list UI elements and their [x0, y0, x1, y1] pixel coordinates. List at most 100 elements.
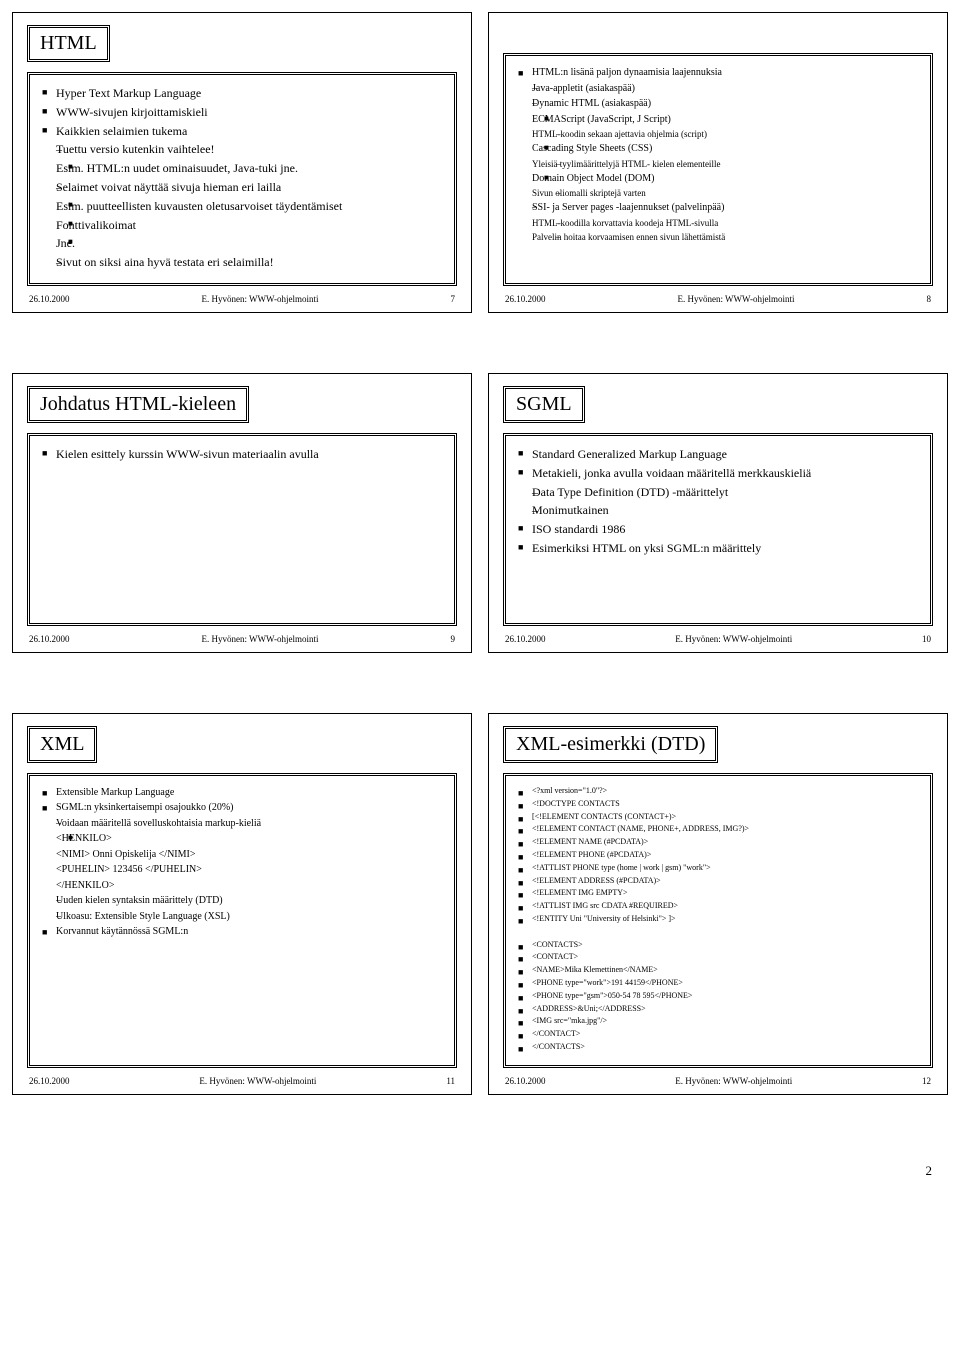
- slide-title: HTML: [27, 25, 110, 62]
- list-item: <PHONE type="work">191 44159</PHONE>: [518, 978, 918, 989]
- list-item: </CONTACT>: [518, 1029, 918, 1040]
- footer-date: 26.10.2000: [505, 294, 546, 304]
- slide-content: Kielen esittely kurssin WWW-sivun materi…: [27, 433, 457, 626]
- list-item: Esim. puutteellisten kuvausten oletusarv…: [42, 198, 442, 215]
- slide-row: Johdatus HTML-kieleen Kielen esittely ku…: [12, 373, 948, 653]
- list-item: Domain Object Model (DOM): [518, 172, 918, 186]
- slide-content: Standard Generalized Markup LanguageMeta…: [503, 433, 933, 626]
- footer-slide-num: 7: [451, 294, 456, 304]
- list-item: Kaikkien selaimien tukema: [42, 123, 442, 140]
- list-item: <ADDRESS>&Uni;</ADDRESS>: [518, 1004, 918, 1015]
- slide-11: XML Extensible Markup LanguageSGML:n yks…: [12, 713, 472, 1095]
- list-item: HTML:n lisänä paljon dynaamisia laajennu…: [518, 66, 918, 80]
- footer-slide-num: 9: [451, 634, 456, 644]
- list-item: ISO standardi 1986: [518, 521, 918, 538]
- slide-title: XML-esimerkki (DTD): [503, 726, 718, 763]
- list-item: <!ELEMENT IMG EMPTY>: [518, 888, 918, 899]
- slide-title: SGML: [503, 386, 585, 423]
- list-item: Tuettu versio kutenkin vaihtelee!: [42, 141, 442, 158]
- footer-date: 26.10.2000: [29, 294, 70, 304]
- footer-slide-num: 10: [922, 634, 931, 644]
- list-item: <PHONE type="gsm">050-54 78 595</PHONE>: [518, 991, 918, 1002]
- slide-12: XML-esimerkki (DTD) <?xml version="1.0"?…: [488, 713, 948, 1095]
- footer-slide-num: 12: [922, 1076, 931, 1086]
- list-item: Sivut on siksi aina hyvä testata eri sel…: [42, 254, 442, 271]
- list-item: <?xml version="1.0"?>: [518, 786, 918, 797]
- slide-content: <?xml version="1.0"?> <!DOCTYPE CONTACTS […: [503, 773, 933, 1068]
- slide-footer: 26.10.2000 E. Hyvönen: WWW-ohjelmointi 8: [503, 292, 933, 306]
- list-item: Standard Generalized Markup Language: [518, 446, 918, 463]
- list-item: Sivun oliomalli skriptejä varten: [518, 187, 918, 199]
- footer-author: E. Hyvönen: WWW-ohjelmointi: [201, 294, 318, 304]
- list-item: <!ELEMENT CONTACT (NAME, PHONE+, ADDRESS…: [518, 824, 918, 835]
- list-item: Monimutkainen: [518, 502, 918, 519]
- list-item: <!ELEMENT NAME (#PCDATA)>: [518, 837, 918, 848]
- list-item: Uuden kielen syntaksin määrittely (DTD): [42, 894, 442, 908]
- list-item: Fonttivalikoimat: [42, 217, 442, 234]
- footer-date: 26.10.2000: [505, 1076, 546, 1086]
- list-item: <!ELEMENT PHONE (#PCDATA)>: [518, 850, 918, 861]
- list-item: Esim. HTML:n uudet ominaisuudet, Java-tu…: [42, 160, 442, 177]
- slide-footer: 26.10.2000 E. Hyvönen: WWW-ohjelmointi 1…: [503, 632, 933, 646]
- list-item: Esimerkiksi HTML on yksi SGML:n määritte…: [518, 540, 918, 557]
- slide-title: XML: [27, 726, 97, 763]
- list-item: <!ELEMENT ADDRESS (#PCDATA)>: [518, 876, 918, 887]
- slide-9: Johdatus HTML-kieleen Kielen esittely ku…: [12, 373, 472, 653]
- slide-title: Johdatus HTML-kieleen: [27, 386, 249, 423]
- list-item: </HENKILO>: [42, 879, 442, 893]
- list-item: </CONTACTS>: [518, 1042, 918, 1053]
- slide-content: Hyper Text Markup Language WWW-sivujen ki…: [27, 72, 457, 286]
- list-item: Korvannut käytännössä SGML:n: [42, 925, 442, 939]
- slide-row: HTML Hyper Text Markup Language WWW-sivuj…: [12, 12, 948, 313]
- list-item: [518, 927, 918, 938]
- list-item: Extensible Markup Language: [42, 786, 442, 800]
- list-item: <NIMI> Onni Opiskelija </NIMI>: [42, 848, 442, 862]
- list-item: Dynamic HTML (asiakaspää): [518, 97, 918, 111]
- footer-author: E. Hyvönen: WWW-ohjelmointi: [675, 1076, 792, 1086]
- footer-author: E. Hyvönen: WWW-ohjelmointi: [199, 1076, 316, 1086]
- slide-content: Extensible Markup LanguageSGML:n yksinke…: [27, 773, 457, 1068]
- list-item: <HENKILO>: [42, 832, 442, 846]
- footer-author: E. Hyvönen: WWW-ohjelmointi: [675, 634, 792, 644]
- list-item: <!DOCTYPE CONTACTS: [518, 799, 918, 810]
- footer-slide-num: 8: [927, 294, 932, 304]
- list-item: ECMAScript (JavaScript, J Script): [518, 113, 918, 127]
- list-item: <PUHELIN> 123456 </PUHELIN>: [42, 863, 442, 877]
- list-item: Data Type Definition (DTD) -määrittelyt: [518, 484, 918, 501]
- footer-author: E. Hyvönen: WWW-ohjelmointi: [201, 634, 318, 644]
- list-item: Palvelin hoitaa korvaamisen ennen sivun …: [518, 231, 918, 243]
- list-item: SGML:n yksinkertaisempi osajoukko (20%): [42, 801, 442, 815]
- footer-date: 26.10.2000: [505, 634, 546, 644]
- list-item: <!ATTLIST IMG src CDATA #REQUIRED>: [518, 901, 918, 912]
- list-item: Selaimet voivat näyttää sivuja hieman er…: [42, 179, 442, 196]
- list-item: HTML-koodin sekaan ajettavia ohjelmia (s…: [518, 128, 918, 140]
- list-item: SSI- ja Server pages -laajennukset (palv…: [518, 201, 918, 215]
- footer-author: E. Hyvönen: WWW-ohjelmointi: [677, 294, 794, 304]
- list-item: Java-appletit (asiakaspää): [518, 82, 918, 96]
- slide-8: HTML:n lisänä paljon dynaamisia laajennu…: [488, 12, 948, 313]
- footer-date: 26.10.2000: [29, 1076, 70, 1086]
- list-item: Cascading Style Sheets (CSS): [518, 142, 918, 156]
- list-item: Voidaan määritellä sovelluskohtaisia mar…: [42, 817, 442, 831]
- slide-footer: 26.10.2000 E. Hyvönen: WWW-ohjelmointi 1…: [503, 1074, 933, 1088]
- slide-content: HTML:n lisänä paljon dynaamisia laajennu…: [503, 53, 933, 286]
- footer-slide-num: 11: [446, 1076, 455, 1086]
- list-item: [<!ELEMENT CONTACTS (CONTACT+)>: [518, 812, 918, 823]
- list-item: <!ATTLIST PHONE type (home | work | gsm)…: [518, 863, 918, 874]
- slide-row: XML Extensible Markup LanguageSGML:n yks…: [12, 713, 948, 1095]
- handout-page: HTML Hyper Text Markup Language WWW-sivuj…: [12, 12, 948, 1183]
- slide-footer: 26.10.2000 E. Hyvönen: WWW-ohjelmointi 7: [27, 292, 457, 306]
- slide-10: SGML Standard Generalized Markup Languag…: [488, 373, 948, 653]
- list-item: <!ENTITY Uni "University of Helsinki"> ]…: [518, 914, 918, 925]
- list-item: <CONTACT>: [518, 952, 918, 963]
- list-item: WWW-sivujen kirjoittamiskieli: [42, 104, 442, 121]
- list-item: Yleisiä tyylimäärittelyjä HTML- kielen e…: [518, 158, 918, 170]
- list-item: <IMG src="mka.jpg"/>: [518, 1016, 918, 1027]
- slide-footer: 26.10.2000 E. Hyvönen: WWW-ohjelmointi 1…: [27, 1074, 457, 1088]
- footer-date: 26.10.2000: [29, 634, 70, 644]
- slide-7: HTML Hyper Text Markup Language WWW-sivuj…: [12, 12, 472, 313]
- list-item: Kielen esittely kurssin WWW-sivun materi…: [42, 446, 442, 463]
- list-item: Hyper Text Markup Language: [42, 85, 442, 102]
- list-item: <CONTACTS>: [518, 940, 918, 951]
- list-item: <NAME>Mika Klemettinen</NAME>: [518, 965, 918, 976]
